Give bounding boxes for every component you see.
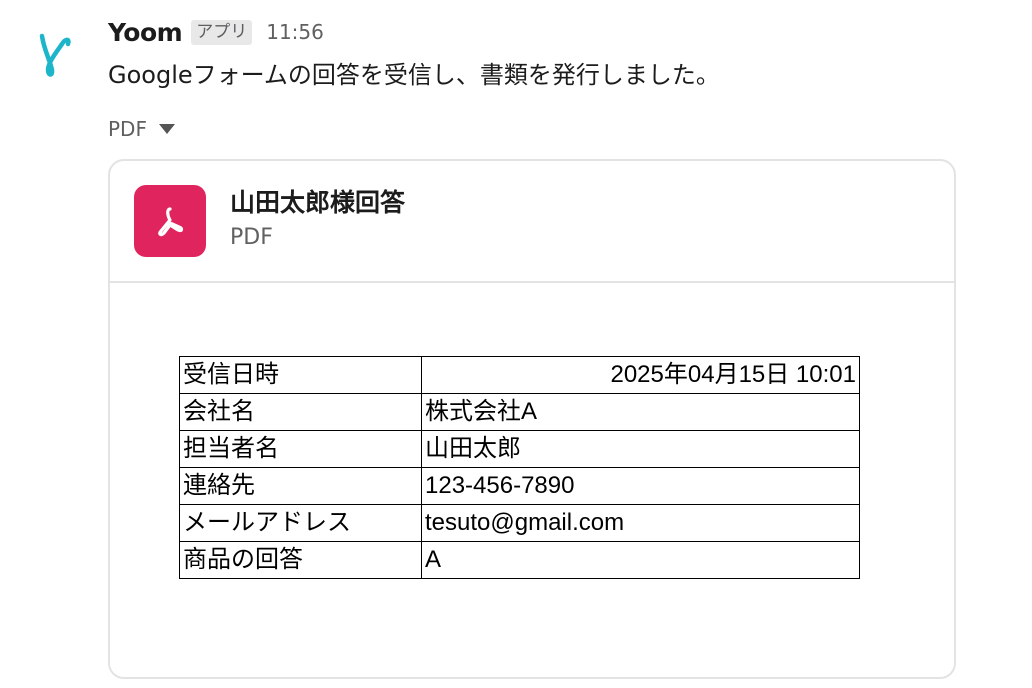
table-cell-label: 連絡先 [179,467,422,505]
acrobat-icon [158,207,184,237]
pdf-preview[interactable]: 受信日時 2025年04月15日 10:01 会社名 株式会社A 担当者名 山田… [110,283,954,677]
table-cell-value: 123-456-7890 [421,467,860,505]
table-cell-value: 山田太郎 [421,430,860,468]
table-cell-value: 2025年04月15日 10:01 [421,356,860,394]
table-row: メールアドレス tesuto@gmail.com [179,504,860,542]
yoom-avatar[interactable] [30,26,86,82]
app-badge: アプリ [191,19,253,45]
file-title[interactable]: 山田太郎様回答 [230,183,405,219]
message-header: Yoom アプリ 11:56 [108,14,324,50]
table-cell-value: A [421,541,860,579]
attachment-toggle[interactable]: PDF [108,114,175,144]
table-cell-value: tesuto@gmail.com [421,504,860,542]
pdf-icon [134,185,206,257]
table-row: 商品の回答 A [179,541,860,579]
table-row: 会社名 株式会社A [179,393,860,431]
file-attachment-card[interactable]: 山田太郎様回答 PDF 受信日時 2025年04月15日 10:01 会社名 株… [108,159,956,679]
table-cell-label: 受信日時 [179,356,422,394]
table-row: 担当者名 山田太郎 [179,430,860,468]
yoom-logo-icon [39,33,71,77]
message-timestamp[interactable]: 11:56 [266,20,324,44]
table-cell-label: 担当者名 [179,430,422,468]
attachment-toggle-label: PDF [108,117,147,141]
sender-name[interactable]: Yoom [108,18,183,47]
table-cell-label: メールアドレス [179,504,422,542]
file-type-label: PDF [230,225,273,250]
chat-message: Yoom アプリ 11:56 Googleフォームの回答を受信し、書類を発行しま… [0,0,1032,688]
table-cell-label: 会社名 [179,393,422,431]
message-text: Googleフォームの回答を受信し、書類を発行しました。 [108,61,720,89]
table-row: 連絡先 123-456-7890 [179,467,860,505]
form-response-table: 受信日時 2025年04月15日 10:01 会社名 株式会社A 担当者名 山田… [179,356,860,579]
table-row: 受信日時 2025年04月15日 10:01 [179,356,860,394]
caret-down-icon [158,124,175,134]
table-cell-value: 株式会社A [421,393,860,431]
file-card-header[interactable]: 山田太郎様回答 PDF [110,161,954,283]
table-cell-label: 商品の回答 [179,541,422,579]
